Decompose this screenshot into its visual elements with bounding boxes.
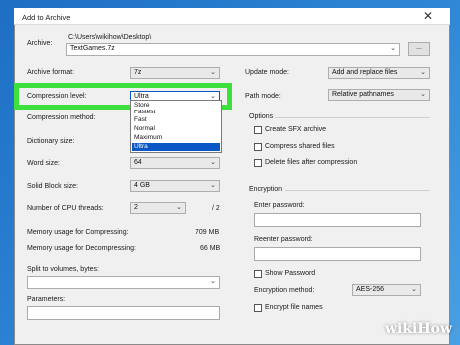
path-mode-value: Relative pathnames: [332, 91, 394, 98]
chevron-down-icon: ⌄: [411, 286, 417, 293]
archive-format-select[interactable]: 7z ⌄: [130, 67, 220, 79]
delete-after-label: Delete files after compression: [265, 159, 358, 166]
encrypt-names-label: Encrypt file names: [265, 304, 323, 311]
encryption-divider: [285, 190, 430, 191]
create-sfx-label: Create SFX archive: [265, 126, 327, 133]
word-size-label: Word size:: [27, 160, 60, 167]
compression-method-label: Compression method:: [27, 114, 96, 121]
create-sfx-checkbox[interactable]: [254, 126, 262, 134]
cpu-threads-value: 2: [134, 204, 138, 211]
dropdown-item-maximum[interactable]: Maximum: [132, 134, 220, 142]
update-mode-select[interactable]: Add and replace files ⌄: [328, 67, 430, 79]
solid-block-select[interactable]: 4 GB ⌄: [130, 180, 220, 192]
reenter-password-label: Reenter password:: [254, 236, 313, 243]
cpu-threads-select[interactable]: 2 ⌄: [130, 202, 186, 214]
watermark-how: How: [417, 321, 452, 337]
split-label: Split to volumes, bytes:: [27, 266, 99, 273]
archive-filename: TextGames.7z: [70, 45, 115, 52]
chevron-down-icon: ⌄: [420, 69, 426, 76]
parameters-label: Parameters:: [27, 296, 66, 303]
encryption-method-value: AES-256: [356, 286, 385, 293]
options-group-title: Options: [249, 113, 274, 120]
dropdown-item-ultra[interactable]: Ultra: [132, 143, 220, 151]
encryption-method-select[interactable]: AES-256 ⌄: [352, 284, 421, 296]
cpu-threads-total: / 2: [212, 205, 220, 212]
chevron-down-icon: ⌄: [176, 204, 182, 211]
dictionary-size-label: Dictionary size:: [27, 138, 75, 145]
word-size-select[interactable]: 64 ⌄: [130, 157, 220, 169]
encryption-method-label: Encryption method:: [254, 287, 315, 294]
mem-decompress-label: Memory usage for Decompressing:: [27, 245, 136, 252]
window-title: Add to Archive: [22, 13, 71, 22]
solid-block-label: Solid Block size:: [27, 183, 78, 190]
split-volumes-combo[interactable]: ⌄: [27, 276, 220, 289]
mem-decompress-value: 66 MB: [200, 245, 221, 252]
dropdown-item-store[interactable]: Store: [132, 102, 220, 110]
solid-block-value: 4 GB: [134, 182, 150, 189]
chevron-down-icon: ⌄: [210, 182, 216, 189]
update-mode-label: Update mode:: [245, 69, 289, 76]
wikihow-watermark: wikiHow: [385, 321, 452, 337]
chevron-down-icon: ⌄: [390, 45, 396, 52]
dropdown-item-normal[interactable]: Normal: [132, 125, 220, 133]
watermark-wiki: wiki: [384, 321, 418, 337]
path-mode-label: Path mode:: [245, 93, 281, 100]
browse-button[interactable]: ...: [408, 42, 430, 56]
path-mode-select[interactable]: Relative pathnames ⌄: [328, 89, 430, 101]
archive-filename-combo[interactable]: TextGames.7z ⌄: [66, 43, 400, 56]
compress-shared-label: Compress shared files: [265, 143, 335, 150]
show-password-checkbox[interactable]: [254, 270, 262, 278]
mem-compress-label: Memory usage for Compressing:: [27, 229, 129, 236]
word-size-value: 64: [134, 159, 142, 166]
update-mode-value: Add and replace files: [332, 69, 398, 76]
compression-level-dropdown: Store Fastest Fast Normal Maximum Ultra: [130, 100, 222, 153]
chevron-down-icon: ⌄: [210, 278, 216, 285]
delete-after-checkbox[interactable]: [254, 159, 262, 167]
encryption-group-title: Encryption: [249, 186, 283, 193]
close-icon[interactable]: ✕: [423, 10, 433, 22]
parameters-input[interactable]: [27, 306, 220, 320]
chevron-down-icon: ⌄: [420, 91, 426, 98]
options-divider: [275, 117, 430, 118]
chevron-down-icon: ⌄: [210, 159, 216, 166]
mem-compress-value: 709 MB: [195, 229, 220, 236]
chevron-down-icon: ⌄: [210, 69, 216, 76]
archive-format-value: 7z: [134, 69, 142, 76]
archive-label: Archive:: [27, 40, 53, 47]
dropdown-item-fastest[interactable]: Fastest: [132, 110, 220, 115]
compress-shared-checkbox[interactable]: [254, 143, 262, 151]
show-password-label: Show Password: [265, 270, 316, 277]
title-bar: [14, 8, 450, 25]
archive-path: C:\Users\wikihow\Desktop\: [68, 34, 152, 41]
cpu-threads-label: Number of CPU threads:: [27, 205, 104, 212]
archive-format-label: Archive format:: [27, 69, 75, 76]
reenter-password-input[interactable]: [254, 247, 421, 261]
encrypt-names-checkbox[interactable]: [254, 304, 262, 312]
dropdown-item-fast[interactable]: Fast: [132, 116, 220, 124]
enter-password-label: Enter password:: [254, 202, 305, 209]
enter-password-input[interactable]: [254, 213, 421, 227]
